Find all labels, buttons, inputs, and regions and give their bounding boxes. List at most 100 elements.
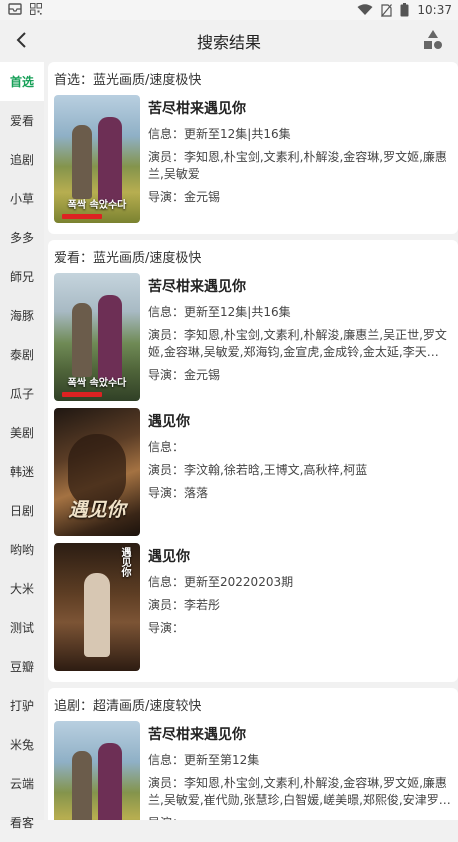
director-line: 导演：金元锡 — [148, 367, 452, 384]
info-line-value: 更新至12集|共16集 — [184, 127, 291, 141]
chevron-left-icon — [16, 32, 26, 48]
director-line: 导演： — [148, 815, 452, 820]
poster-title-text: 폭싹 속았수다 — [67, 200, 127, 211]
source-sidebar: 首选 爱看 追剧 小草 多多 師兄 海豚 泰剧 瓜子 美剧 韩迷 日剧 哟哟 大米 测试 豆瓣 打驴 米兔 云端 看客 — [0, 62, 44, 830]
info-line-label: 信息： — [148, 575, 185, 589]
info-line-value: 更新至12集|共16集 — [184, 305, 291, 319]
result-title[interactable]: 遇见你 — [148, 546, 452, 566]
source-settings-button[interactable] — [422, 29, 444, 51]
poster-image[interactable]: 폭싹 속았수다 — [54, 95, 140, 223]
info-line: 信息：更新至第12集 — [148, 752, 452, 769]
sidebar-item[interactable]: 哟哟 — [0, 530, 44, 569]
info-line: 信息：更新至12集|共16集 — [148, 304, 452, 321]
app-header: 搜索结果 — [0, 20, 458, 62]
sidebar-item[interactable]: 测试 — [0, 608, 44, 647]
actors-line-value: 李若彤 — [184, 598, 221, 612]
actors-line-label: 演员： — [148, 776, 185, 790]
sidebar-item[interactable]: 看客 — [0, 803, 44, 842]
source-header: 追剧：超清画质/速度较快 — [54, 699, 202, 714]
director-line-label: 导演： — [148, 816, 184, 820]
actors-line: 演员：李知恩,朴宝剑,文素利,朴解浚,金容琳,罗文姬,廉惠兰,吴敏爱,崔代勋,张… — [148, 775, 452, 809]
actors-line-value: 李知恩,朴宝剑,文素利,朴解浚,金容琳,罗文姬,廉惠兰,吴敏爱 — [148, 150, 447, 181]
result-info: 苦尽柑来遇见你 信息：更新至12集|共16集 演员：李知恩,朴宝剑,文素利,朴解浚,… — [148, 95, 452, 223]
sidebar-item[interactable]: 小草 — [0, 179, 44, 218]
sidebar-item[interactable]: 泰剧 — [0, 335, 44, 374]
sidebar-item[interactable]: 韩迷 — [0, 452, 44, 491]
no-sim-icon — [381, 3, 393, 17]
status-bar: 10:37 — [0, 0, 458, 20]
sidebar-item[interactable]: 美剧 — [0, 413, 44, 452]
sidebar-item[interactable]: 爱看 — [0, 101, 44, 140]
result-info: 苦尽柑来遇见你 信息：更新至第12集 演员：李知恩,朴宝剑,文素利,朴解浚,金容琳,… — [148, 721, 452, 820]
director-line-label: 导演： — [148, 621, 185, 635]
info-line-value: 更新至20220203期 — [184, 575, 294, 589]
actors-line-label: 演员： — [148, 328, 185, 342]
sidebar-item[interactable]: 米兔 — [0, 725, 44, 764]
source-header: 爱看：蓝光画质/速度极快 — [54, 251, 202, 266]
result-title[interactable]: 遇见你 — [148, 411, 452, 431]
result-info: 苦尽柑来遇见你 信息：更新至12集|共16集 演员：李知恩,朴宝剑,文素利,朴解浚,… — [148, 273, 452, 401]
result-item[interactable]: 遇见你 遇见你 信息： 演员：李汶翰,徐若晗,王博文,高秋梓,柯蓝 导演：落落 — [54, 408, 452, 536]
result-info: 遇见你信息： 演员：李汶翰,徐若晗,王博文,高秋梓,柯蓝 导演：落落 — [148, 408, 452, 536]
director-line-label: 导演： — [148, 486, 185, 500]
actors-line: 演员：李知恩,朴宝剑,文素利,朴解浚,廉惠兰,吴正世,罗文姬,金容琳,吴敏爱,郑… — [148, 327, 452, 361]
result-item[interactable]: 폭싹 속았수다苦尽柑来遇见你信息：更新至第12集演员：李知恩,朴宝剑,文素利,朴… — [54, 721, 452, 820]
actors-line-label: 演员： — [148, 598, 185, 612]
actors-line: 演员：李若彤 — [148, 597, 452, 614]
poster-image[interactable]: 遇见你 — [54, 543, 140, 671]
result-title[interactable]: 苦尽柑来遇见你 — [148, 276, 452, 296]
sidebar-item[interactable]: 日剧 — [0, 491, 44, 530]
info-line-label: 信息： — [148, 440, 185, 454]
result-info: 遇见你 信息：更新至20220203期 演员：李若彤 导演： — [148, 543, 452, 671]
qr-code-icon — [30, 2, 42, 18]
sidebar-item[interactable]: 云端 — [0, 764, 44, 803]
sidebar-item[interactable]: 大米 — [0, 569, 44, 608]
back-button[interactable] — [10, 28, 34, 52]
director-line: 导演：落落 — [148, 485, 452, 502]
result-title[interactable]: 苦尽柑来遇见你 — [148, 724, 452, 744]
director-line-value: 落落 — [184, 486, 209, 500]
poster-image[interactable]: 폭싹 속았수다 — [54, 721, 140, 820]
sidebar-item[interactable]: 瓜子 — [0, 374, 44, 413]
actors-line: 演员：李汶翰,徐若晗,王博文,高秋梓,柯蓝 — [148, 462, 452, 479]
director-line: 导演：金元锡 — [148, 189, 452, 206]
sidebar-item[interactable]: 師兄 — [0, 257, 44, 296]
sidebar-item[interactable]: 海豚 — [0, 296, 44, 335]
results-list: 首选：蓝光画质/速度极快 폭싹 속았수다 苦尽柑来遇见你 信息：更新至12集|共16集… — [48, 62, 458, 820]
actors-line-value: 李知恩,朴宝剑,文素利,朴解浚,廉惠兰,吴正世,罗文姬,金容琳,吴敏爱,郑海钧,… — [148, 328, 447, 359]
sidebar-item[interactable]: 打驴 — [0, 686, 44, 725]
wifi-icon — [357, 4, 373, 16]
battery-icon — [400, 3, 409, 17]
source-header: 首选：蓝光画质/速度极快 — [54, 73, 202, 88]
poster-title-text: 遇见你 — [68, 499, 126, 521]
sidebar-item[interactable]: 首选 — [0, 62, 44, 101]
poster-image[interactable]: 폭싹 속았수다 — [54, 273, 140, 401]
director-line: 导演： — [148, 620, 452, 637]
info-line: 信息： — [148, 439, 452, 456]
mail-notification-icon — [8, 2, 22, 18]
info-line-value: 更新至第12集 — [184, 753, 260, 767]
result-item[interactable]: 폭싹 속았수다 苦尽柑来遇见你 信息：更新至12集|共16集 演员：李知恩,朴宝剑,文… — [54, 95, 452, 223]
source-card: 爱看：蓝光画质/速度极快 폭싹 속았수다 苦尽柑来遇见你 信息：更新至12集|共16集… — [48, 240, 458, 682]
source-card: 追剧：超清画质/速度较快폭싹 속았수다苦尽柑来遇见你信息：更新至第12集演员：李… — [48, 688, 458, 820]
director-line-label: 导演： — [148, 368, 185, 382]
clock-time: 10:37 — [417, 3, 452, 17]
result-item[interactable]: 폭싹 속았수다 苦尽柑来遇见你 信息：更新至12集|共16集 演员：李知恩,朴宝剑,文… — [54, 273, 452, 401]
poster-image[interactable]: 遇见你 — [54, 408, 140, 536]
sidebar-item[interactable]: 豆瓣 — [0, 647, 44, 686]
result-title[interactable]: 苦尽柑来遇见你 — [148, 98, 452, 118]
actors-line-label: 演员： — [148, 150, 185, 164]
info-line-label: 信息： — [148, 753, 185, 767]
poster-title-text: 遇见你 — [119, 547, 130, 577]
director-line-value: 金元锡 — [184, 368, 221, 382]
poster-title-text: 폭싹 속았수다 — [67, 378, 127, 389]
info-line: 信息：更新至12集|共16集 — [148, 126, 452, 143]
shapes-icon — [424, 30, 442, 49]
info-line-label: 信息： — [148, 127, 185, 141]
actors-line-value: 李知恩,朴宝剑,文素利,朴解浚,金容琳,罗文姬,廉惠兰,吴敏爱,崔代勋,张慧珍,… — [148, 776, 447, 807]
sidebar-item[interactable]: 追剧 — [0, 140, 44, 179]
result-item[interactable]: 遇见你 遇见你 信息：更新至20220203期 演员：李若彤 导演： — [54, 543, 452, 671]
actors-line-value: 李汶翰,徐若晗,王博文,高秋梓,柯蓝 — [184, 463, 368, 477]
sidebar-item[interactable]: 多多 — [0, 218, 44, 257]
actors-line: 演员：李知恩,朴宝剑,文素利,朴解浚,金容琳,罗文姬,廉惠兰,吴敏爱 — [148, 149, 452, 183]
